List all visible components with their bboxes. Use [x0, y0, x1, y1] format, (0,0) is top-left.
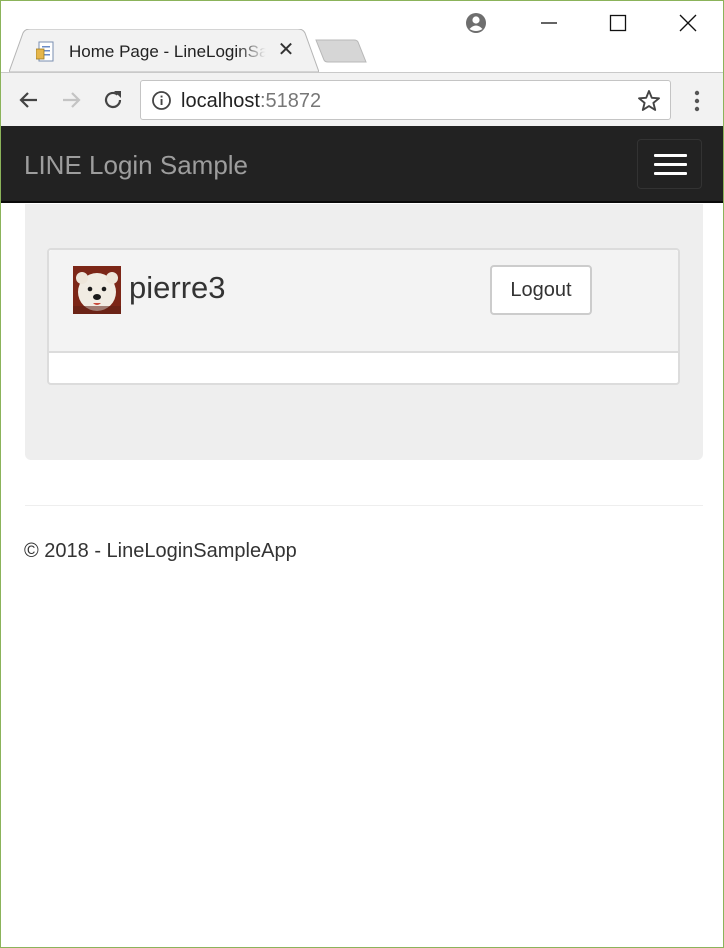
page-icon	[36, 41, 54, 62]
profile-icon[interactable]	[464, 11, 488, 35]
username: pierre3	[129, 270, 226, 305]
url-port: :51872	[259, 90, 322, 112]
info-icon[interactable]	[151, 90, 172, 111]
url-host: localhost	[181, 90, 260, 112]
minimize-button[interactable]	[515, 1, 583, 45]
logout-button[interactable]: Logout	[490, 265, 592, 315]
reload-button[interactable]	[99, 86, 127, 114]
maximize-button[interactable]	[584, 1, 652, 45]
star-icon[interactable]	[636, 88, 662, 114]
site-navbar: LINE Login Sample	[1, 126, 723, 203]
close-window-button[interactable]	[654, 1, 722, 45]
avatar	[73, 266, 121, 314]
browser-toolbar: localhost:51872	[1, 72, 723, 126]
back-icon	[19, 92, 37, 108]
url-text[interactable]: localhost:51872	[181, 90, 321, 113]
forward-button[interactable]	[57, 86, 85, 114]
hamburger-icon	[654, 172, 687, 175]
navbar-brand[interactable]: LINE Login Sample	[24, 150, 248, 181]
jumbotron: pierre3 Logout	[25, 204, 703, 460]
tab-strip: Home Page - LineLoginSampleApp ✕	[1, 1, 723, 72]
user-panel: pierre3 Logout	[47, 248, 680, 385]
hamburger-icon	[654, 154, 687, 157]
footer-copyright: © 2018 - LineLoginSampleApp	[24, 540, 297, 562]
close-icon	[679, 14, 697, 32]
new-tab-button[interactable]	[314, 39, 367, 64]
more-vert-icon[interactable]	[689, 87, 705, 115]
tab-close-button[interactable]: ✕	[275, 39, 297, 61]
reload-icon	[104, 91, 122, 109]
forward-icon	[63, 92, 81, 108]
footer-divider	[25, 505, 703, 506]
back-button[interactable]	[15, 86, 43, 114]
address-bar[interactable]: localhost:51872	[140, 80, 671, 120]
browser-window: Home Page - LineLoginSampleApp ✕	[0, 0, 724, 948]
maximize-icon	[609, 14, 627, 32]
hamburger-icon	[654, 163, 687, 166]
user-panel-heading: pierre3 Logout	[49, 250, 678, 353]
navbar-toggle-button[interactable]	[637, 139, 702, 189]
tab-title-fade	[237, 37, 273, 67]
minimize-icon	[541, 22, 557, 24]
